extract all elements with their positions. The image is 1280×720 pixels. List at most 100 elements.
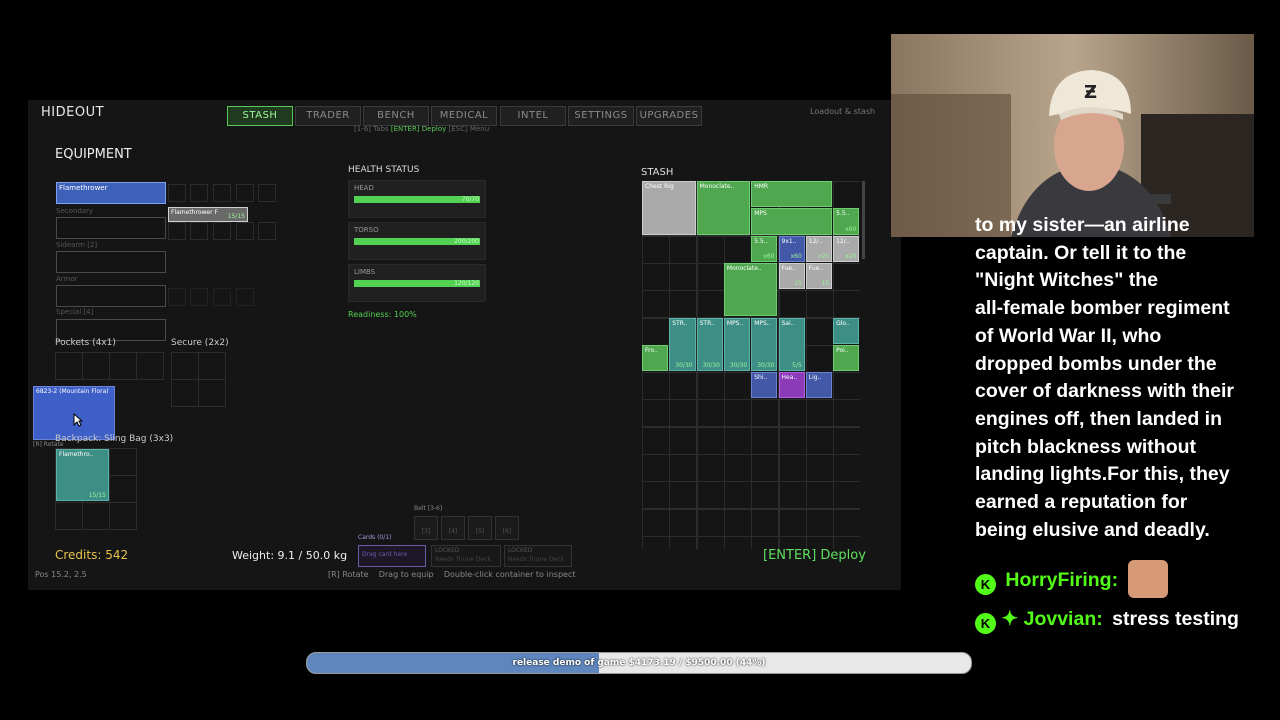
cursor-icon — [73, 413, 83, 427]
chat-message-line: earned a reputation for — [975, 491, 1188, 514]
stash-item[interactable]: 9x1.. x60 — [778, 235, 805, 262]
stash-item[interactable]: 12/.. x20 — [833, 235, 860, 262]
stash-item[interactable]: Monoclate.. — [696, 181, 751, 235]
tab-trader[interactable]: TRADER — [295, 106, 361, 126]
equipment-header: EQUIPMENT — [55, 147, 132, 162]
stash-item[interactable]: 12/.. x20 — [805, 235, 833, 262]
ammo-item[interactable]: Flamethrower F 15/15 — [168, 207, 248, 222]
armor-label: Armor — [56, 275, 78, 283]
tab-intel[interactable]: INTEL — [500, 106, 566, 126]
stash-item[interactable]: Shi.. — [751, 372, 778, 399]
chat-message-line: to my sister—an airline — [975, 214, 1190, 236]
weight-text: Weight: 9.1 / 50.0 kg — [232, 549, 348, 562]
stash-item-name: STR.. — [699, 319, 715, 327]
health-part-label: TORSO — [354, 226, 379, 234]
stash-item[interactable]: STR.. 30/30 — [696, 317, 723, 372]
stash-item-qty: x60 — [790, 252, 802, 260]
stash-item[interactable]: MPS — [751, 208, 833, 235]
stash-item-name: Sai.. — [781, 319, 795, 327]
chat-message-line: being elusive and deadly. — [975, 518, 1210, 541]
stash-item[interactable]: Chest Rig — [642, 181, 696, 235]
hint-drag: Drag to equip — [378, 570, 434, 579]
stash-item[interactable]: 5.5.. x60 — [833, 208, 860, 235]
stash-item[interactable]: MPS.. 30/30 — [751, 317, 778, 372]
deploy-button[interactable]: [ENTER] Deploy — [763, 548, 866, 563]
belt-slot[interactable]: [4] — [441, 516, 465, 540]
stash-item-qty: 15 — [821, 280, 830, 288]
stash-item[interactable]: Lig.. — [805, 372, 833, 399]
stash-item-name: Fue.. — [781, 264, 796, 272]
stash-item-name: MPS.. — [754, 319, 771, 327]
tab-hint-menu: [ESC] Menu — [448, 125, 490, 133]
belt-slot[interactable]: [5] — [468, 516, 492, 540]
webcam-feed: Ƶ — [891, 34, 1254, 237]
chat-message-text: to my sister—an airline captain. Or tell … — [975, 212, 1255, 544]
stash-item-qty: 30/30 — [757, 362, 775, 370]
stash-item-name: Monoclate.. — [726, 264, 762, 272]
stash-item-qty: 30/30 — [702, 362, 720, 370]
tab-hints: [1-6] Tabs [ENTER] Deploy [ESC] Menu — [354, 125, 489, 133]
kick-badge-icon: K — [975, 574, 996, 595]
card-drop-slot[interactable]: Drag card here — [358, 545, 426, 567]
tab-settings[interactable]: SETTINGS — [568, 106, 634, 126]
health-limbs: LIMBS 120/120 — [348, 264, 486, 302]
chat-line-horryfiring: K HorryFiring: — [975, 560, 1255, 598]
chat-message-line: landing lights.For this, they — [975, 463, 1230, 486]
game-window: HIDEOUT STASH TRADER BENCH MEDICAL INTEL SETT… — [28, 100, 901, 590]
stash-item-qty: x60 — [763, 252, 775, 260]
stash-item-name: Hea.. — [781, 374, 798, 382]
stash-item[interactable]: Glo.. — [833, 317, 860, 344]
stash-item-name: Glo.. — [836, 319, 850, 327]
sidearm-slot[interactable] — [56, 251, 166, 273]
tab-stash[interactable]: STASH — [227, 106, 293, 126]
stash-item[interactable]: Poi.. — [833, 344, 860, 372]
card-drop-text: Drag card here — [362, 551, 408, 558]
stash-item[interactable]: 5.5.. x60 — [751, 235, 778, 262]
stash-item[interactable]: Fue.. 15 — [805, 262, 833, 290]
stash-item-name: MPS.. — [726, 319, 744, 327]
loadout-stash-label: Loadout & stash — [810, 107, 876, 116]
health-header: HEALTH STATUS — [348, 165, 420, 175]
stash-item-qty: 30/30 — [675, 362, 693, 370]
belt-slot[interactable]: [6] — [495, 516, 519, 540]
sidearm-label: Sidearm [2] — [56, 241, 98, 249]
secure-label: Secure (2x2) — [171, 338, 229, 348]
pockets-label: Pockets (4x1) — [55, 338, 116, 348]
stash-item-qty: x20 — [845, 252, 857, 260]
secondary-slot[interactable] — [56, 217, 166, 239]
armor-slot[interactable] — [56, 285, 166, 307]
stash-item[interactable]: Fro.. — [642, 344, 669, 372]
hint-inspect: Double-click container to inspect — [443, 570, 576, 579]
locked-2-title: LOCKED — [508, 547, 533, 554]
belt-slot[interactable]: [3] — [414, 516, 438, 540]
stash-item-qty: 15 — [794, 280, 802, 288]
stash-item-name: MPS — [754, 210, 767, 218]
chat-message-line: "Night Witches" the — [975, 269, 1158, 292]
stash-item[interactable]: Sai.. 5/5 — [778, 317, 805, 372]
stash-item[interactable]: STR.. 30/30 — [669, 317, 696, 372]
stash-item[interactable]: Monoclate.. — [723, 262, 778, 317]
chat-message-line: of World War II, who — [975, 324, 1162, 347]
stash-item-name: Chest Rig — [645, 183, 674, 190]
secondary-label: Secondary — [56, 207, 94, 215]
belt-label: Belt [3-6] — [414, 505, 443, 512]
kick-badge-icon: K — [975, 613, 996, 634]
stash-item[interactable]: Hea.. — [778, 372, 805, 399]
primary-item-label: Flamethrower — [59, 184, 108, 192]
health-part-label: LIMBS — [354, 268, 376, 276]
primary-slot[interactable]: Flamethrower — [56, 182, 166, 204]
tab-medical[interactable]: MEDICAL — [431, 106, 497, 126]
readiness-text: Readiness: 100% — [348, 310, 417, 319]
svg-text:Ƶ: Ƶ — [1084, 82, 1097, 103]
backpack-item-qty: 15/15 — [88, 492, 106, 499]
ammo-item-label: Flamethrower F — [171, 209, 218, 216]
stash-item[interactable]: MPS.. 30/30 — [723, 317, 751, 372]
donation-goal-bar: release demo of game $4173.19 / $9500.00… — [306, 652, 972, 674]
stash-scrollbar[interactable] — [862, 181, 865, 259]
tab-upgrades[interactable]: UPGRADES — [636, 106, 702, 126]
stash-item[interactable]: HMR — [751, 181, 833, 208]
stash-item-qty: x60 — [845, 225, 857, 233]
tab-bench[interactable]: BENCH — [363, 106, 429, 126]
stash-item[interactable]: Fue.. 15 — [778, 262, 805, 290]
backpack-item[interactable]: Flamethro.. 15/15 — [56, 449, 109, 501]
